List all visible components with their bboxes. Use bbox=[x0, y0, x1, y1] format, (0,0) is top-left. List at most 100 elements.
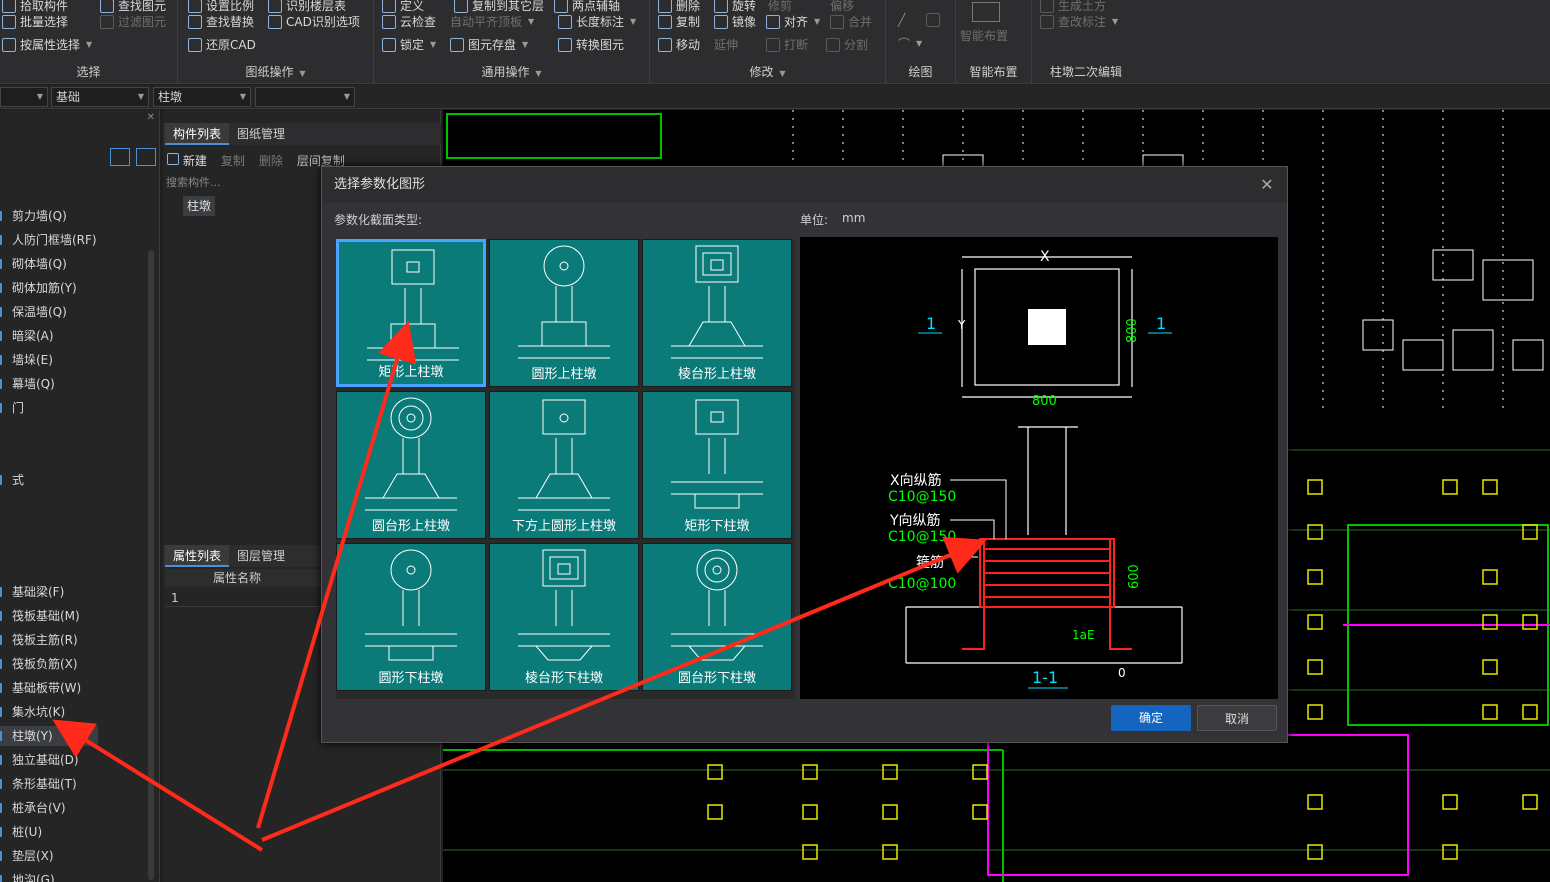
tree-item[interactable]: 保温墙(Q) bbox=[0, 302, 67, 322]
extend-button[interactable]: 延伸 bbox=[714, 35, 738, 55]
ribbon-group-title[interactable]: 修改 ▼ bbox=[650, 63, 885, 80]
convert-element-button[interactable]: 转换图元 bbox=[558, 35, 624, 55]
cancel-button[interactable]: 取消 bbox=[1197, 705, 1277, 731]
tree-item[interactable]: 基础板带(W) bbox=[0, 678, 98, 698]
shape-label: 下方上圆形上柱墩 bbox=[511, 519, 616, 534]
merge-icon bbox=[830, 15, 844, 29]
tree-item-icon bbox=[0, 875, 8, 882]
shape-option[interactable]: 圆台形上柱墩 bbox=[336, 391, 486, 539]
floor-combo[interactable]: ▼ bbox=[0, 87, 48, 107]
shape-option[interactable]: 棱台形下柱墩 bbox=[489, 543, 639, 691]
shape-option[interactable]: 圆形下柱墩 bbox=[336, 543, 486, 691]
dimension-icon bbox=[558, 15, 572, 29]
tree-item[interactable]: 柱墩(Y) bbox=[0, 726, 98, 746]
shape-option[interactable]: 矩形上柱墩 bbox=[336, 239, 486, 387]
element-save-button[interactable]: 图元存盘 ▼ bbox=[450, 35, 528, 55]
shape-option[interactable]: 下方上圆形上柱墩 bbox=[489, 391, 639, 539]
cloud-icon bbox=[382, 15, 396, 29]
dim-y: Y bbox=[957, 318, 966, 332]
tab-properties[interactable]: 属性列表 bbox=[165, 545, 230, 567]
tab-component-list[interactable]: 构件列表 bbox=[165, 123, 230, 145]
line-tool-button[interactable]: ╱ bbox=[898, 10, 905, 30]
label-icon bbox=[1040, 15, 1054, 29]
chevron-down-icon: ▼ bbox=[343, 92, 350, 101]
component-search-input[interactable]: 搜索构件... bbox=[166, 174, 221, 190]
component-item[interactable]: 柱墩 bbox=[183, 196, 215, 216]
mirror-button[interactable]: 镜像 bbox=[714, 12, 756, 32]
type-combo[interactable]: 柱墩 ▼ bbox=[153, 87, 251, 107]
chevron-down-icon: ▼ bbox=[299, 69, 306, 78]
split-button[interactable]: 分割 bbox=[826, 35, 868, 55]
cad-options-button[interactable]: CAD识别选项 bbox=[268, 12, 360, 32]
scrollbar[interactable] bbox=[148, 250, 154, 880]
shape-label: 矩形上柱墩 bbox=[378, 365, 444, 380]
tree-item[interactable]: 砌体墙(Q) bbox=[0, 254, 67, 274]
smart-layout-button[interactable]: 智能布置 bbox=[960, 26, 1008, 46]
section-title: 1-1 bbox=[1032, 668, 1058, 687]
batch-select-button[interactable]: 批量选择 bbox=[2, 12, 68, 32]
filter-element-button[interactable]: 过滤图元 bbox=[100, 12, 166, 32]
tree-item[interactable]: 式 bbox=[0, 470, 24, 490]
tree-item[interactable]: 人防门框墙(RF) bbox=[0, 230, 97, 250]
shape-option[interactable]: 圆形上柱墩 bbox=[489, 239, 639, 387]
ribbon-group-draw: ╱ ⌒ ▼ 绘图 bbox=[886, 0, 956, 84]
tree-item[interactable]: 筏板主筋(R) bbox=[0, 630, 98, 650]
merge-button[interactable]: 合并 bbox=[830, 12, 872, 32]
tree-item[interactable]: 暗梁(A) bbox=[0, 326, 54, 346]
tree-item[interactable]: 幕墙(Q) bbox=[0, 374, 55, 394]
tree-item[interactable]: 桩(U) bbox=[0, 822, 98, 842]
edit-label-button[interactable]: 查改标注 ▼ bbox=[1040, 12, 1118, 32]
tree-item[interactable]: 垫层(X) bbox=[0, 846, 98, 866]
tree-item[interactable]: 砌体加筋(Y) bbox=[0, 278, 77, 298]
tab-drawing-management[interactable]: 图纸管理 bbox=[229, 123, 293, 145]
arc-tool-button[interactable]: ⌒ ▼ bbox=[898, 34, 922, 54]
tree-item[interactable]: 剪力墙(Q) bbox=[0, 206, 67, 226]
cloud-check-button[interactable]: 云检查 bbox=[382, 12, 436, 32]
tree-item[interactable]: 筏板基础(M) bbox=[0, 606, 98, 626]
tree-item[interactable]: 墙垛(E) bbox=[0, 350, 53, 370]
shape-option[interactable]: 棱台形上柱墩 bbox=[642, 239, 792, 387]
auto-align-button[interactable]: 自动平齐顶板 ▼ bbox=[450, 12, 534, 32]
move-button[interactable]: 移动 bbox=[658, 35, 700, 55]
copy-button[interactable]: 复制 bbox=[658, 12, 700, 32]
delete-component-button[interactable]: 删除 bbox=[259, 152, 283, 169]
category-combo[interactable]: 基础 ▼ bbox=[51, 87, 149, 107]
close-icon[interactable]: ✕ bbox=[1257, 175, 1277, 195]
close-icon[interactable]: ✕ bbox=[147, 112, 155, 123]
shape-option[interactable]: 圆台形下柱墩 bbox=[642, 543, 792, 691]
new-button[interactable]: 新建 bbox=[167, 152, 207, 169]
tree-item[interactable]: 门 bbox=[0, 398, 24, 418]
tree-item[interactable]: 集水坑(K) bbox=[0, 702, 98, 722]
tree-item-icon bbox=[0, 683, 8, 693]
la-e-label: 1aE bbox=[1072, 628, 1095, 642]
rect-tool-button[interactable] bbox=[926, 10, 940, 30]
ribbon-group-title: 智能布置 bbox=[969, 65, 1018, 79]
tree-item[interactable]: 独立基础(D) bbox=[0, 750, 98, 770]
restore-cad-button[interactable]: 还原CAD bbox=[188, 35, 256, 55]
break-button[interactable]: 打断 bbox=[766, 35, 808, 55]
lock-button[interactable]: 锁定 ▼ bbox=[382, 35, 436, 55]
align-button[interactable]: 对齐 ▼ bbox=[766, 12, 820, 32]
copy-component-button[interactable]: 复制 bbox=[221, 152, 245, 169]
tab-layers[interactable]: 图层管理 bbox=[229, 545, 293, 567]
list-view-icon[interactable] bbox=[110, 148, 130, 166]
length-dim-button[interactable]: 长度标注 ▼ bbox=[558, 12, 636, 32]
tree-item[interactable]: 地沟(G) bbox=[0, 870, 98, 882]
component-combo[interactable]: ▼ bbox=[255, 87, 355, 107]
tree-item-icon bbox=[0, 803, 8, 813]
ok-button[interactable]: 确定 bbox=[1111, 705, 1191, 731]
tree-item[interactable]: 基础梁(F) bbox=[0, 582, 98, 602]
detail-view-icon[interactable] bbox=[136, 148, 156, 166]
select-by-attr-button[interactable]: 按属性选择 ▼ bbox=[2, 35, 92, 55]
tree-item[interactable]: 条形基础(T) bbox=[0, 774, 98, 794]
tree-item[interactable]: 筏板负筋(X) bbox=[0, 654, 98, 674]
shape-grid: 矩形上柱墩 圆形上柱墩 棱台形上柱墩圆台形上柱墩 下方上圆形上柱墩 矩形下柱墩圆形下柱墩… bbox=[336, 239, 795, 699]
ribbon-group-title[interactable]: 图纸操作 ▼ bbox=[178, 63, 373, 80]
tree-item[interactable]: 桩承台(V) bbox=[0, 798, 98, 818]
shape-option[interactable]: 矩形下柱墩 bbox=[642, 391, 792, 539]
split-icon bbox=[826, 38, 840, 52]
ribbon-group-title[interactable]: 通用操作 ▼ bbox=[374, 63, 649, 80]
tree-item-icon bbox=[0, 707, 8, 717]
chevron-down-icon: ▼ bbox=[86, 40, 93, 49]
find-replace-button[interactable]: 查找替换 bbox=[188, 12, 254, 32]
